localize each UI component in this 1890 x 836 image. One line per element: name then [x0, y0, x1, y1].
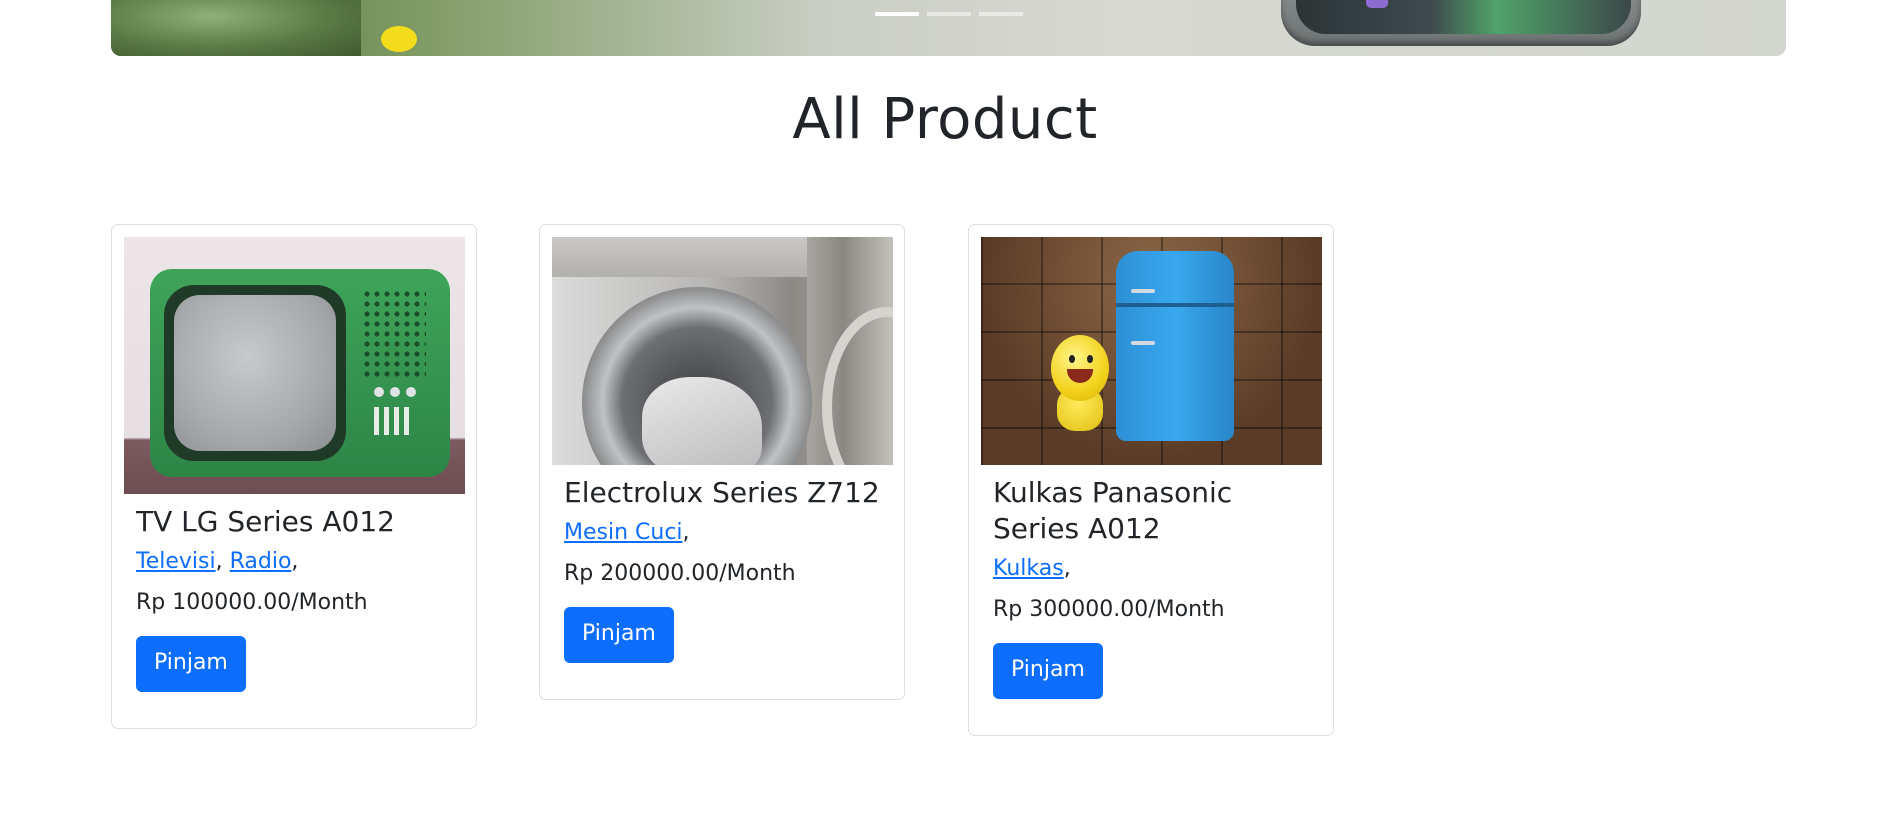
- pinjam-button[interactable]: Pinjam: [136, 636, 246, 692]
- product-card: Kulkas Panasonic Series A012 Kulkas, Rp …: [968, 224, 1334, 736]
- category-link[interactable]: Kulkas: [993, 556, 1064, 581]
- carousel-slide-image-app-icon: [1366, 0, 1388, 8]
- category-link[interactable]: Televisi: [136, 549, 216, 574]
- product-price: Rp 100000.00/Month: [136, 590, 368, 615]
- product-price: Rp 200000.00/Month: [564, 561, 796, 586]
- carousel-indicator-2[interactable]: [926, 12, 971, 16]
- pinjam-button[interactable]: Pinjam: [564, 607, 674, 663]
- page-title: All Product: [792, 87, 1098, 152]
- carousel-slide-image-foliage: [111, 0, 361, 56]
- category-link[interactable]: Radio: [230, 549, 292, 574]
- product-price: Rp 300000.00/Month: [993, 597, 1225, 622]
- carousel-indicator-3[interactable]: [978, 12, 1023, 16]
- product-name: Kulkas Panasonic Series A012: [993, 476, 1233, 545]
- product-card-body: Electrolux Series Z712 Mesin Cuci, Rp 20…: [552, 465, 892, 663]
- product-image-washing-machine: [552, 237, 893, 465]
- product-categories: Mesin Cuci,: [564, 520, 690, 545]
- pinjam-button[interactable]: Pinjam: [993, 643, 1103, 699]
- carousel-slide-image-phone-screen: [1296, 0, 1631, 34]
- category-link[interactable]: Mesin Cuci: [564, 520, 683, 545]
- product-card-body: TV LG Series A012 Televisi, Radio, Rp 10…: [124, 494, 464, 692]
- product-image-fridge: [981, 237, 1322, 465]
- product-card: Electrolux Series Z712 Mesin Cuci, Rp 20…: [539, 224, 905, 700]
- carousel-indicator-1[interactable]: [874, 12, 919, 16]
- product-name: Electrolux Series Z712: [564, 476, 880, 509]
- product-categories: Kulkas,: [993, 556, 1071, 581]
- product-categories: Televisi, Radio,: [136, 549, 299, 574]
- product-name: TV LG Series A012: [136, 505, 395, 538]
- carousel-indicators: [111, 12, 1786, 16]
- carousel-slide-image-flower: [381, 26, 417, 52]
- product-image-tv: [124, 237, 465, 494]
- hero-carousel[interactable]: [111, 0, 1786, 56]
- product-card: TV LG Series A012 Televisi, Radio, Rp 10…: [111, 224, 477, 729]
- product-card-body: Kulkas Panasonic Series A012 Kulkas, Rp …: [981, 465, 1321, 699]
